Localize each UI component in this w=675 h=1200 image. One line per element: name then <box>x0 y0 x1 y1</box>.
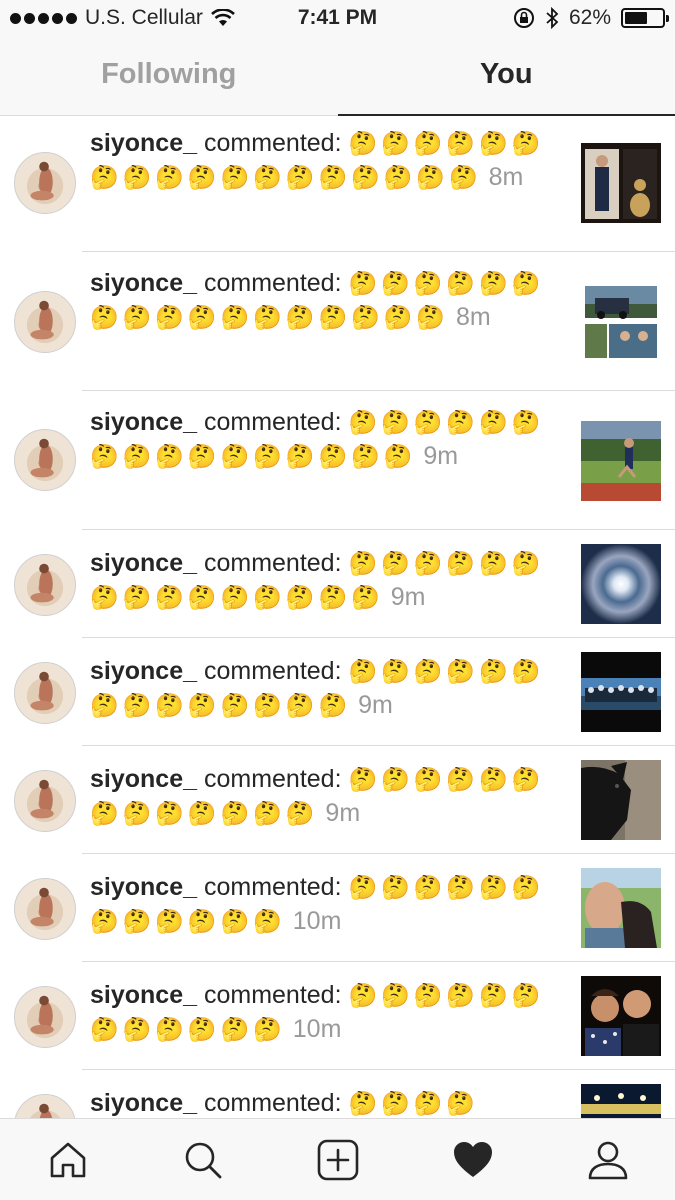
nav-add-post[interactable] <box>308 1130 368 1190</box>
activity-action: commented: <box>203 981 342 1009</box>
post-thumbnail[interactable] <box>581 652 661 732</box>
battery-percent: 62% <box>568 6 611 29</box>
activity-tabs: Following You <box>0 38 675 116</box>
post-thumbnail[interactable] <box>581 760 661 840</box>
activity-row[interactable]: siyonce_ commented: 🤔🤔🤔🤔🤔🤔🤔🤔🤔🤔🤔🤔🤔🤔🤔🤔🤔 8m <box>14 252 675 391</box>
timestamp: 10m <box>292 907 342 935</box>
tab-you[interactable]: You <box>337 38 675 116</box>
timestamp: 10m <box>292 1015 342 1043</box>
post-thumbnail[interactable] <box>581 421 661 501</box>
home-icon <box>50 1142 85 1177</box>
tab-following[interactable]: Following <box>0 38 338 115</box>
username-link[interactable]: siyonce_ <box>90 269 197 297</box>
username-link[interactable]: siyonce_ <box>90 408 197 436</box>
activity-action: commented: <box>203 129 342 157</box>
heart-icon <box>453 1141 492 1177</box>
avatar[interactable] <box>14 878 76 940</box>
activity-row[interactable]: siyonce_ commented: 🤔🤔🤔🤔🤔🤔🤔🤔🤔🤔🤔🤔🤔🤔 9m <box>14 638 675 746</box>
avatar[interactable] <box>14 152 76 214</box>
activity-row[interactable]: siyonce_ commented: 🤔🤔🤔🤔 <box>14 1070 675 1118</box>
post-thumbnail[interactable] <box>581 544 661 624</box>
timestamp: 9m <box>358 691 393 719</box>
activity-action: commented: <box>203 657 342 685</box>
activity-row[interactable]: siyonce_ commented: 🤔🤔🤔🤔🤔🤔🤔🤔🤔🤔🤔🤔🤔🤔🤔🤔 9m <box>14 391 675 530</box>
post-thumbnail[interactable] <box>581 282 661 362</box>
username-link[interactable]: siyonce_ <box>90 873 197 901</box>
status-bar: U.S. Cellular 7:41 PM 62% <box>0 0 675 38</box>
nav-search[interactable] <box>173 1130 233 1190</box>
avatar[interactable] <box>14 429 76 491</box>
username-link[interactable]: siyonce_ <box>90 1089 197 1117</box>
activity-row[interactable]: siyonce_ commented: 🤔🤔🤔🤔🤔🤔🤔🤔🤔🤔🤔🤔🤔🤔🤔 9m <box>14 530 675 638</box>
activity-row[interactable]: siyonce_ commented: 🤔🤔🤔🤔🤔🤔🤔🤔🤔🤔🤔🤔🤔 9m <box>14 746 675 854</box>
profile-icon <box>588 1141 627 1179</box>
activity-feed[interactable]: siyonce_ commented: 🤔🤔🤔🤔🤔🤔🤔🤔🤔🤔🤔🤔🤔🤔🤔🤔🤔🤔 8… <box>0 116 675 1118</box>
username-link[interactable]: siyonce_ <box>90 765 197 793</box>
username-link[interactable]: siyonce_ <box>90 129 197 157</box>
timestamp: 9m <box>325 799 361 827</box>
nav-activity[interactable] <box>443 1130 503 1190</box>
timestamp: 9m <box>390 583 426 611</box>
timestamp: 8m <box>455 303 491 331</box>
username-link[interactable]: siyonce_ <box>90 549 197 577</box>
username-link[interactable]: siyonce_ <box>90 981 197 1009</box>
activity-row[interactable]: siyonce_ commented: 🤔🤔🤔🤔🤔🤔🤔🤔🤔🤔🤔🤔 10m <box>14 962 675 1070</box>
search-icon <box>185 1142 221 1178</box>
avatar[interactable] <box>14 554 76 616</box>
status-right: 62% <box>513 6 669 30</box>
activity-action: commented: <box>203 765 342 793</box>
username-link[interactable]: siyonce_ <box>90 657 197 685</box>
bluetooth-icon <box>546 7 559 29</box>
timestamp: 8m <box>488 163 524 191</box>
nav-profile[interactable] <box>578 1130 638 1190</box>
activity-row[interactable]: siyonce_ commented: 🤔🤔🤔🤔🤔🤔🤔🤔🤔🤔🤔🤔 10m <box>14 854 675 962</box>
post-thumbnail[interactable] <box>581 143 661 223</box>
add-post-icon <box>317 1139 358 1180</box>
comment-text: 🤔🤔🤔🤔 <box>348 1090 480 1116</box>
timestamp: 9m <box>423 442 459 470</box>
activity-action: commented: <box>203 269 342 297</box>
avatar[interactable] <box>14 986 76 1048</box>
battery-icon <box>621 8 669 28</box>
orientation-lock-icon <box>513 8 534 28</box>
bottom-nav <box>0 1118 675 1200</box>
post-thumbnail[interactable] <box>581 868 661 948</box>
avatar[interactable] <box>14 662 76 724</box>
post-thumbnail[interactable] <box>581 1084 661 1118</box>
activity-row[interactable]: siyonce_ commented: 🤔🤔🤔🤔🤔🤔🤔🤔🤔🤔🤔🤔🤔🤔🤔🤔🤔🤔 8… <box>14 116 675 252</box>
avatar[interactable] <box>14 770 76 832</box>
nav-home[interactable] <box>38 1130 98 1190</box>
post-thumbnail[interactable] <box>581 976 661 1056</box>
activity-action: commented: <box>203 873 342 901</box>
activity-action: commented: <box>203 549 342 577</box>
activity-action: commented: <box>203 1089 342 1117</box>
avatar[interactable] <box>14 1094 76 1118</box>
avatar[interactable] <box>14 291 76 353</box>
activity-action: commented: <box>203 408 342 436</box>
